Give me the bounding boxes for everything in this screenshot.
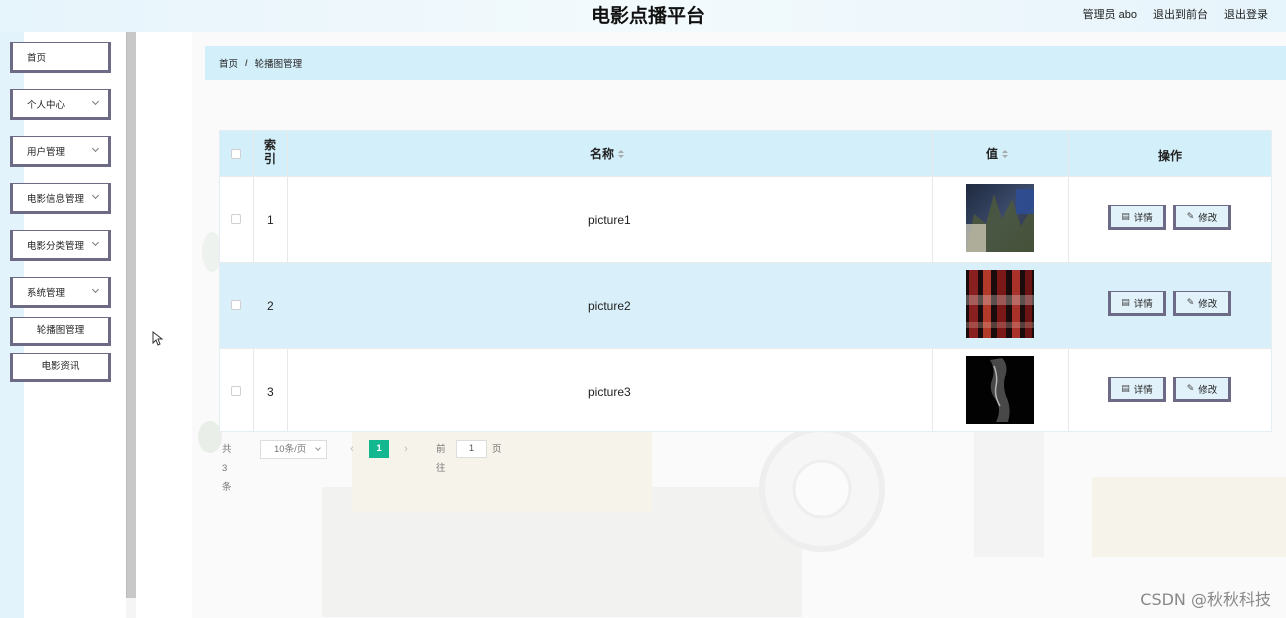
dark-figure-image (966, 356, 1034, 424)
admin-user-label: 管理员 abo (1082, 9, 1137, 21)
chevron-down-icon (91, 191, 100, 200)
detail-button[interactable]: ▤ 详情 (1108, 205, 1166, 230)
sidebar-item-label: 电影分类管理 (27, 240, 85, 252)
red-neon-image (966, 270, 1034, 338)
row-index: 1 (267, 213, 274, 227)
table-header: 索引 名称 值 操作 (220, 131, 1271, 176)
edit-button[interactable]: ✎ 修改 (1173, 205, 1231, 230)
breadcrumb-home[interactable]: 首页 (219, 56, 238, 70)
breadcrumb-separator: / (245, 57, 248, 69)
sidebar-subitem-carousel[interactable]: 轮播图管理 (10, 317, 111, 346)
next-page-icon[interactable]: › (399, 440, 413, 459)
chevron-down-icon (91, 285, 100, 294)
row-name: picture2 (588, 299, 631, 313)
goto-page-input[interactable]: 1 (456, 440, 487, 458)
edit-button[interactable]: ✎ 修改 (1173, 377, 1231, 402)
logout-link[interactable]: 退出登录 (1224, 6, 1268, 22)
main-content: 首页 / 轮播图管理 索引 名称 值 操作 1 picture1 ▤ 详情 ✎ … (192, 32, 1286, 618)
sidebar-item-users[interactable]: 用户管理 (10, 136, 111, 167)
select-all-checkbox[interactable] (231, 149, 241, 159)
document-icon: ▤ (1121, 211, 1130, 221)
chevron-down-icon (315, 445, 321, 451)
chevron-down-icon (91, 238, 100, 247)
content-gutter (136, 32, 192, 618)
header-name-label: 名称 (590, 147, 615, 161)
header-index: 索引 (264, 138, 277, 166)
night-street-image (966, 184, 1034, 252)
sidebar-item-system[interactable]: 系统管理 (10, 277, 111, 308)
chevron-down-icon (91, 97, 100, 106)
sidebar-item-home[interactable]: 首页 (10, 42, 111, 73)
edit-icon: ✎ (1186, 297, 1195, 307)
chevron-down-icon (91, 144, 100, 153)
goto-label: 前往 (436, 444, 446, 474)
header-value-label: 值 (986, 147, 999, 161)
row-checkbox[interactable] (231, 300, 241, 310)
sidebar-item-label: 首页 (27, 52, 47, 64)
row-checkbox[interactable] (231, 214, 241, 224)
top-header: 电影点播平台 管理员 abo 退出到前台 退出登录 (0, 0, 1286, 32)
row-index: 2 (267, 299, 274, 313)
header-actions: 管理员 abo 退出到前台 退出登录 (1083, 6, 1268, 22)
header-value[interactable]: 值 (986, 145, 1009, 162)
sidebar-subitem-movie-news[interactable]: 电影资讯 (10, 353, 111, 382)
sort-icon[interactable] (618, 150, 625, 159)
edit-button-label: 修改 (1198, 212, 1218, 224)
breadcrumb: 首页 / 轮播图管理 (205, 46, 1286, 80)
front-page-link[interactable]: 退出到前台 (1153, 6, 1208, 22)
sidebar-item-movie-category[interactable]: 电影分类管理 (10, 230, 111, 261)
edit-button[interactable]: ✎ 修改 (1173, 291, 1231, 316)
sidebar-item-label: 个人中心 (27, 99, 66, 111)
page-number-current[interactable]: 1 (369, 440, 389, 458)
row-name: picture3 (588, 385, 631, 399)
sidebar-scrollbar[interactable] (126, 32, 136, 598)
detail-button[interactable]: ▤ 详情 (1108, 377, 1166, 402)
detail-button[interactable]: ▤ 详情 (1108, 291, 1166, 316)
sidebar-item-label: 用户管理 (27, 146, 66, 158)
edit-button-label: 修改 (1198, 384, 1218, 396)
detail-button-label: 详情 (1133, 212, 1153, 224)
row-name: picture1 (588, 213, 631, 227)
document-icon: ▤ (1121, 297, 1130, 307)
sidebar-item-label: 系统管理 (27, 287, 66, 299)
carousel-table: 索引 名称 值 操作 1 picture1 ▤ 详情 ✎ 修改 2 pictur… (219, 130, 1272, 432)
pagination-total: 共 3 条 (222, 444, 232, 493)
detail-button-label: 详情 (1133, 384, 1153, 396)
sidebar-item-profile[interactable]: 个人中心 (10, 89, 111, 120)
edit-icon: ✎ (1186, 383, 1195, 393)
table-row: 3 picture3 ▤ 详情 ✎ 修改 (220, 348, 1271, 434)
watermark: CSDN @秋秋科技 (1140, 590, 1271, 609)
page-suffix-label: 页 (492, 444, 502, 455)
mouse-cursor-icon (152, 331, 164, 346)
header-name[interactable]: 名称 (590, 145, 625, 162)
document-icon: ▤ (1121, 383, 1130, 393)
breadcrumb-current: 轮播图管理 (254, 59, 303, 70)
sidebar-item-label: 电影信息管理 (27, 193, 85, 205)
table-row: 2 picture2 ▤ 详情 ✎ 修改 (220, 262, 1271, 348)
row-checkbox[interactable] (231, 386, 241, 396)
header-actions: 操作 (1158, 149, 1183, 163)
prev-page-icon[interactable]: ‹ (345, 440, 359, 459)
row-index: 3 (267, 385, 274, 399)
sidebar-item-movie-info[interactable]: 电影信息管理 (10, 183, 111, 214)
page-size-value: 10条/页 (274, 444, 307, 455)
table-row: 1 picture1 ▤ 详情 ✎ 修改 (220, 176, 1271, 262)
edit-button-label: 修改 (1198, 298, 1218, 310)
sort-icon[interactable] (1002, 150, 1009, 159)
edit-icon: ✎ (1186, 211, 1195, 221)
detail-button-label: 详情 (1133, 298, 1153, 310)
page-size-select[interactable]: 10条/页 (260, 440, 327, 459)
